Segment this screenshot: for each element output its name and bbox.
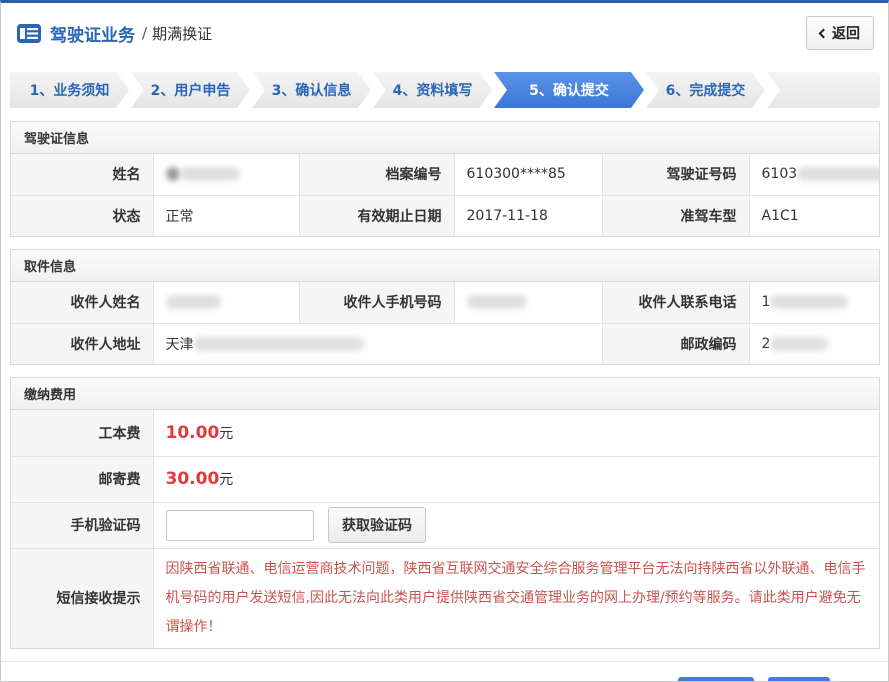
captcha-label: 手机验证码 xyxy=(11,502,153,548)
license-no-value: 6103 xyxy=(749,154,879,195)
valid-until-label: 有效期止日期 xyxy=(299,195,454,236)
status-value: 正常 xyxy=(153,195,299,236)
table-row: 邮寄费 30.00元 xyxy=(11,456,879,502)
cost-fee-unit: 元 xyxy=(219,426,233,442)
section-title-pickup-info: 取件信息 xyxy=(11,250,879,282)
recipient-mobile-label: 收件人手机号码 xyxy=(299,282,454,323)
cost-fee-label: 工本费 xyxy=(11,410,153,456)
back-button[interactable]: 返回 xyxy=(806,16,874,50)
table-row: 姓名 档案编号 610300****85 驾驶证号码 6103 xyxy=(11,154,879,195)
section-license-info: 驾驶证信息 姓名 档案编号 610300****85 驾驶证号码 6103 状态… xyxy=(10,121,880,237)
postal-code-value: 2 xyxy=(749,323,879,364)
cost-fee-value: 10.00元 xyxy=(153,410,879,456)
table-row: 短信接收提示 因陕西省联通、电信运营商技术问题，陕西省互联网交通安全综合服务管理… xyxy=(11,548,879,648)
redacted-value xyxy=(180,167,240,181)
step-1-business-notice: 1、业务须知 xyxy=(10,72,129,108)
recipient-name-label: 收件人姓名 xyxy=(11,282,153,323)
recipient-phone-value: 1 xyxy=(749,282,879,323)
breadcrumb-separator: / xyxy=(142,24,147,42)
section-pickup-info: 取件信息 收件人姓名 收件人手机号码 收件人联系电话 1 收件人地址 天津 邮政… xyxy=(10,249,880,365)
valid-until-value: 2017-11-18 xyxy=(454,195,602,236)
step-3-confirm-info: 3、确认信息 xyxy=(252,72,371,108)
page-title: 驾驶证业务 xyxy=(50,21,135,46)
license-info-table: 姓名 档案编号 610300****85 驾驶证号码 6103 状态 正常 有效… xyxy=(11,154,879,236)
table-row: 手机验证码 获取验证码 xyxy=(11,502,879,548)
pickup-info-table: 收件人姓名 收件人手机号码 收件人联系电话 1 收件人地址 天津 邮政编码 2 xyxy=(11,282,879,364)
get-captcha-button[interactable]: 获取验证码 xyxy=(328,507,426,543)
section-title-license-info: 驾驶证信息 xyxy=(11,122,879,154)
recipient-address-label: 收件人地址 xyxy=(11,323,153,364)
section-fees: 缴纳费用 工本费 10.00元 邮寄费 30.00元 手机验证码 获取验证码 短… xyxy=(10,377,880,649)
captcha-cell: 获取验证码 xyxy=(153,502,879,548)
postage-fee-label: 邮寄费 xyxy=(11,456,153,502)
back-button-label: 返回 xyxy=(832,23,860,43)
redacted-value xyxy=(770,295,848,309)
page: 驾驶证业务 / 期满换证 返回 1、业务须知 2、用户申告 3、确认信息 4、资… xyxy=(0,0,889,682)
page-header: 驾驶证业务 / 期满换证 返回 xyxy=(1,3,888,62)
postal-code-label: 邮政编码 xyxy=(602,323,749,364)
recipient-phone-label: 收件人联系电话 xyxy=(602,282,749,323)
table-row: 收件人姓名 收件人手机号码 收件人联系电话 1 xyxy=(11,282,879,323)
cost-fee-amount: 10.00 xyxy=(166,423,220,443)
license-no-label: 驾驶证号码 xyxy=(602,154,749,195)
recipient-address-value: 天津 xyxy=(153,323,602,364)
recipient-mobile-value xyxy=(454,282,602,323)
step-5-confirm-submit-active: 5、确认提交 xyxy=(494,72,644,108)
breadcrumb-current: 期满换证 xyxy=(152,23,212,44)
redacted-value xyxy=(194,337,364,351)
step-2-user-declaration: 2、用户申告 xyxy=(131,72,250,108)
footer-actions: 上一步 完成 xyxy=(1,661,888,682)
redacted-value xyxy=(166,295,221,309)
license-no-prefix: 6103 xyxy=(762,166,798,182)
redacted-value xyxy=(166,167,180,181)
captcha-input[interactable] xyxy=(166,510,314,541)
section-title-fees: 缴纳费用 xyxy=(11,378,879,410)
postage-fee-value: 30.00元 xyxy=(153,456,879,502)
file-no-label: 档案编号 xyxy=(299,154,454,195)
redacted-value xyxy=(770,337,828,351)
step-4-fill-data: 4、资料填写 xyxy=(373,72,492,108)
finish-button[interactable]: 完成 xyxy=(768,677,830,682)
redacted-value xyxy=(797,167,879,181)
redacted-value xyxy=(467,295,527,309)
address-prefix: 天津 xyxy=(166,337,194,353)
recipient-name-value xyxy=(153,282,299,323)
postal-prefix: 2 xyxy=(762,336,771,352)
file-no-value: 610300****85 xyxy=(454,154,602,195)
status-label: 状态 xyxy=(11,195,153,236)
vehicle-class-label: 准驾车型 xyxy=(602,195,749,236)
postage-fee-unit: 元 xyxy=(219,472,233,488)
name-value xyxy=(153,154,299,195)
vehicle-class-value: A1C1 xyxy=(749,195,879,236)
step-bar-filler xyxy=(767,72,880,108)
fees-table: 工本费 10.00元 邮寄费 30.00元 手机验证码 获取验证码 短信接收提示… xyxy=(11,410,879,648)
previous-step-button[interactable]: 上一步 xyxy=(678,677,754,682)
name-label: 姓名 xyxy=(11,154,153,195)
sms-notice-text: 因陕西省联通、电信运营商技术问题，陕西省互联网交通安全综合服务管理平台无法向持陕… xyxy=(166,555,868,642)
step-wizard: 1、业务须知 2、用户申告 3、确认信息 4、资料填写 5、确认提交 6、完成提… xyxy=(10,72,880,108)
table-row: 状态 正常 有效期止日期 2017-11-18 准驾车型 A1C1 xyxy=(11,195,879,236)
step-6-finish-submit: 6、完成提交 xyxy=(646,72,765,108)
chevron-left-icon xyxy=(819,29,829,39)
sms-notice-cell: 因陕西省联通、电信运营商技术问题，陕西省互联网交通安全综合服务管理平台无法向持陕… xyxy=(153,548,879,648)
table-row: 收件人地址 天津 邮政编码 2 xyxy=(11,323,879,364)
postage-fee-amount: 30.00 xyxy=(166,469,220,489)
sms-notice-label: 短信接收提示 xyxy=(11,548,153,648)
phone-prefix: 1 xyxy=(762,294,771,310)
license-card-icon xyxy=(17,24,41,43)
table-row: 工本费 10.00元 xyxy=(11,410,879,456)
